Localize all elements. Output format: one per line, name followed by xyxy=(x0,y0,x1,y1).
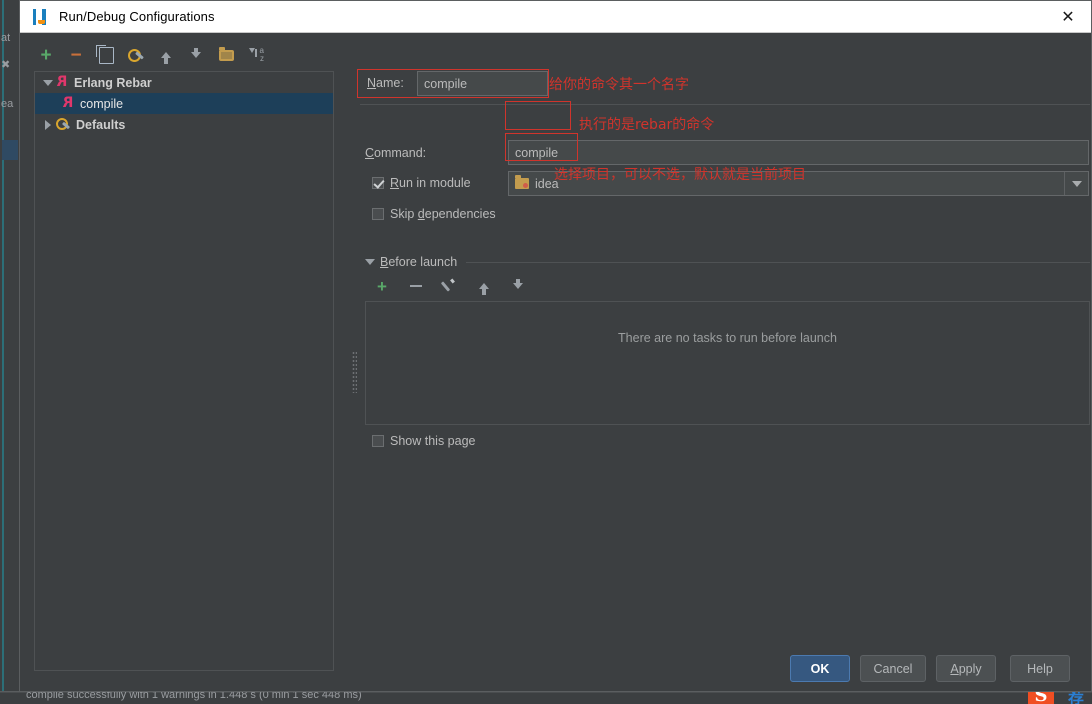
annotation-module-field: 选择项目，可以不选，默认就是当前项目 xyxy=(554,167,806,183)
move-task-up-button[interactable] xyxy=(472,274,496,298)
command-input[interactable] xyxy=(508,140,1089,165)
snagit-tray-icon[interactable]: S xyxy=(1028,692,1054,704)
run-in-module-label: Run in module xyxy=(390,176,471,190)
dialog-title: Run/Debug Configurations xyxy=(59,9,215,24)
annotation-command-field: 执行的是rebar的命令 xyxy=(579,117,715,133)
copy-configuration-button[interactable] xyxy=(94,43,118,67)
show-this-page-checkbox[interactable] xyxy=(372,435,384,447)
configurations-tree[interactable]: R Erlang Rebar R compile Defaults xyxy=(34,71,334,671)
status-message: compile successfully with 1 warnings in … xyxy=(26,692,362,701)
tree-node-label: compile xyxy=(80,96,124,111)
ide-status-bar: compile successfully with 1 warnings in … xyxy=(0,692,1092,704)
dialog-titlebar: Run/Debug Configurations ✕ xyxy=(20,1,1091,33)
dialog-button-bar: OK Cancel Apply Help xyxy=(20,646,1092,693)
plus-icon: + xyxy=(377,276,387,296)
move-task-down-button[interactable] xyxy=(506,274,530,298)
tree-node-label: Defaults xyxy=(76,117,126,132)
background-ghost-label-1: at xyxy=(1,32,11,44)
pane-splitter[interactable] xyxy=(350,71,359,671)
sort-letter-z: z xyxy=(260,54,264,63)
name-label: Name: xyxy=(367,76,404,90)
command-label: Command: xyxy=(365,146,427,160)
move-down-button[interactable] xyxy=(184,43,208,67)
tree-node-erlang-rebar[interactable]: R Erlang Rebar xyxy=(35,72,333,93)
chevron-right-icon[interactable] xyxy=(41,118,55,132)
name-input[interactable]: compile xyxy=(417,71,548,96)
add-configuration-button[interactable]: + xyxy=(34,43,58,67)
tree-node-compile[interactable]: R compile xyxy=(35,93,333,114)
arrow-up-icon xyxy=(161,52,171,64)
plus-icon: + xyxy=(40,44,52,66)
minus-icon: − xyxy=(70,44,82,66)
before-launch-header[interactable]: Before launch xyxy=(365,254,1090,270)
background-ghost-label-2: ea xyxy=(1,98,14,110)
cancel-button[interactable]: Cancel xyxy=(860,655,926,682)
add-task-button[interactable]: + xyxy=(370,274,394,298)
before-launch-empty-text: There are no tasks to run before launch xyxy=(618,331,837,345)
module-folder-icon xyxy=(515,175,529,189)
command-value: compile xyxy=(515,146,559,160)
annotation-name-field: 给你的命令其一个名字 xyxy=(549,77,689,93)
tree-node-label: Erlang Rebar xyxy=(74,75,152,90)
move-into-folder-button[interactable] xyxy=(214,43,238,67)
apply-button[interactable]: Apply xyxy=(936,655,996,682)
remove-configuration-button[interactable]: − xyxy=(64,43,88,67)
edit-task-button[interactable] xyxy=(438,274,462,298)
system-tray: S 荐 xyxy=(1024,692,1090,704)
before-launch-toolbar: + xyxy=(370,275,530,297)
highlight-command-field xyxy=(505,101,571,130)
sort-az-icon: a z xyxy=(248,47,264,63)
background-selection-strip xyxy=(2,140,18,160)
arrow-up-icon xyxy=(479,283,489,295)
defaults-wrench-icon xyxy=(55,117,71,132)
chevron-down-icon[interactable] xyxy=(365,259,375,265)
run-in-module-checkbox[interactable] xyxy=(372,177,384,189)
move-up-button[interactable] xyxy=(154,43,178,67)
tree-node-defaults[interactable]: Defaults xyxy=(35,114,333,135)
arrow-down-icon xyxy=(513,279,523,289)
skip-dependencies-label: Skip dependencies xyxy=(390,207,496,221)
before-launch-task-list[interactable]: There are no tasks to run before launch xyxy=(365,301,1090,425)
chevron-down-icon[interactable] xyxy=(41,76,55,90)
wrench-icon xyxy=(128,47,144,63)
copy-icon xyxy=(95,44,114,64)
skip-dependencies-checkbox[interactable] xyxy=(372,208,384,220)
ime-tray-icon[interactable]: 荐 xyxy=(1064,692,1088,704)
intellij-logo-icon xyxy=(32,8,50,26)
before-launch-divider xyxy=(466,261,1090,263)
background-ide-window: at ✖ ea xyxy=(0,0,20,704)
minus-icon xyxy=(410,285,422,287)
before-launch-title: Before launch xyxy=(380,255,458,269)
screen: at ✖ ea Run/Debug Configurations ✕ + − a… xyxy=(0,0,1092,704)
erlang-icon: R xyxy=(56,74,68,90)
header-divider xyxy=(360,104,1090,105)
folder-icon xyxy=(218,46,234,61)
background-ghost-icon: ✖ xyxy=(1,59,11,71)
dialog-body: + − a z R Erlang Rebar R compile Default… xyxy=(20,33,1091,693)
arrow-down-icon xyxy=(191,48,201,58)
remove-task-button[interactable] xyxy=(404,274,428,298)
splitter-handle-icon[interactable] xyxy=(352,351,357,393)
help-button[interactable]: Help xyxy=(1010,655,1070,682)
module-dropdown-button[interactable] xyxy=(1064,172,1088,195)
sort-configurations-button[interactable]: a z xyxy=(244,43,268,67)
ok-button[interactable]: OK xyxy=(790,655,850,682)
erlang-icon: R xyxy=(62,95,74,111)
chevron-down-icon xyxy=(1071,180,1082,187)
edit-defaults-button[interactable] xyxy=(124,43,148,67)
run-debug-configurations-dialog: Run/Debug Configurations ✕ + − a z R Erl… xyxy=(19,0,1092,692)
show-this-page-label: Show this page xyxy=(390,434,476,448)
close-icon[interactable]: ✕ xyxy=(1045,1,1091,32)
configurations-toolbar: + − a z xyxy=(34,42,334,68)
pencil-icon xyxy=(443,279,457,293)
